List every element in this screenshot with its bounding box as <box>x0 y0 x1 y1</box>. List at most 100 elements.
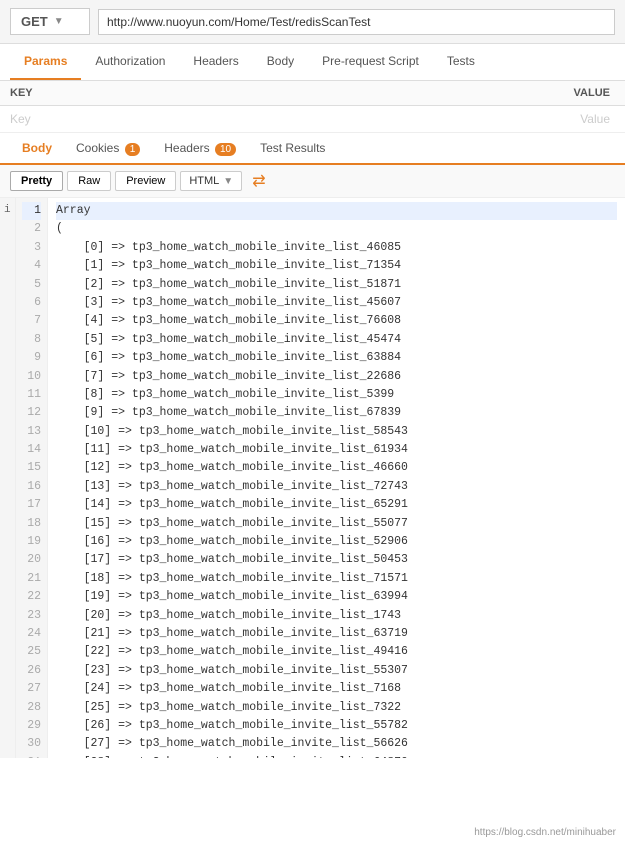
code-line-21: [18] => tp3_home_watch_mobile_invite_lis… <box>56 570 617 588</box>
code-line-22: [19] => tp3_home_watch_mobile_invite_lis… <box>56 588 617 606</box>
code-line-27: [24] => tp3_home_watch_mobile_invite_lis… <box>56 680 617 698</box>
indicator-16 <box>4 466 11 484</box>
ln-10: 10 <box>22 368 41 386</box>
indicator-31 <box>4 730 11 748</box>
wrap-icon[interactable]: ⇄ <box>252 171 265 191</box>
code-line-13: [10] => tp3_home_watch_mobile_invite_lis… <box>56 423 617 441</box>
code-line-5: [2] => tp3_home_watch_mobile_invite_list… <box>56 276 617 294</box>
code-line-8: [5] => tp3_home_watch_mobile_invite_list… <box>56 331 617 349</box>
pretty-button[interactable]: Pretty <box>10 171 63 191</box>
format-select[interactable]: HTML ▼ <box>180 171 242 191</box>
kv-table: KEY VALUE Key Value <box>0 81 625 133</box>
code-area[interactable]: i for(let i=1;i<40;i++){ document.curren… <box>0 198 625 758</box>
ln-26: 26 <box>22 662 41 680</box>
code-line-31: [28] => tp3_home_watch_mobile_invite_lis… <box>56 754 617 758</box>
value-header: VALUE <box>313 81 625 106</box>
url-input[interactable] <box>98 9 615 35</box>
code-line-6: [3] => tp3_home_watch_mobile_invite_list… <box>56 294 617 312</box>
ln-2: 2 <box>22 220 41 238</box>
indicator-3 <box>4 237 11 255</box>
indicator-13 <box>4 413 11 431</box>
indicator-11 <box>4 378 11 396</box>
ln-25: 25 <box>22 643 41 661</box>
ln-6: 6 <box>22 294 41 312</box>
value-placeholder[interactable]: Value <box>313 106 625 133</box>
ln-24: 24 <box>22 625 41 643</box>
ln-9: 9 <box>22 349 41 367</box>
code-line-29: [26] => tp3_home_watch_mobile_invite_lis… <box>56 717 617 735</box>
tab-body-response[interactable]: Body <box>10 133 64 163</box>
indicator-14 <box>4 431 11 449</box>
tab-body[interactable]: Body <box>253 44 308 80</box>
ln-11: 11 <box>22 386 41 404</box>
indicator-32 <box>4 747 11 758</box>
tab-test-results[interactable]: Test Results <box>248 133 337 163</box>
ln-27: 27 <box>22 680 41 698</box>
ln-13: 13 <box>22 423 41 441</box>
watermark: https://blog.csdn.net/minihuaber <box>470 825 620 840</box>
ln-16: 16 <box>22 478 41 496</box>
tab-tests[interactable]: Tests <box>433 44 489 80</box>
tab-headers[interactable]: Headers <box>179 44 252 80</box>
tab-headers-response[interactable]: Headers 10 <box>152 133 248 163</box>
tab-authorization[interactable]: Authorization <box>81 44 179 80</box>
headers-badge: 10 <box>215 143 236 156</box>
raw-button[interactable]: Raw <box>67 171 111 191</box>
code-line-19: [16] => tp3_home_watch_mobile_invite_lis… <box>56 533 617 551</box>
ln-31: 31 <box>22 754 41 758</box>
code-line-25: [22] => tp3_home_watch_mobile_invite_lis… <box>56 643 617 661</box>
tab-cookies[interactable]: Cookies 1 <box>64 133 152 163</box>
top-tabs: Params Authorization Headers Body Pre-re… <box>0 44 625 81</box>
indicator-19 <box>4 519 11 537</box>
indicator-21 <box>4 554 11 572</box>
code-line-1: Array <box>56 202 617 220</box>
code-line-7: [4] => tp3_home_watch_mobile_invite_list… <box>56 312 617 330</box>
indicator-28 <box>4 677 11 695</box>
url-bar: GET ▼ <box>0 0 625 44</box>
ln-19: 19 <box>22 533 41 551</box>
code-line-4: [1] => tp3_home_watch_mobile_invite_list… <box>56 257 617 275</box>
ln-14: 14 <box>22 441 41 459</box>
ln-7: 7 <box>22 312 41 330</box>
code-line-16: [13] => tp3_home_watch_mobile_invite_lis… <box>56 478 617 496</box>
code-line-3: [0] => tp3_home_watch_mobile_invite_list… <box>56 239 617 257</box>
indicator-12 <box>4 396 11 414</box>
ln-12: 12 <box>22 404 41 422</box>
ln-30: 30 <box>22 735 41 753</box>
ln-23: 23 <box>22 607 41 625</box>
method-arrow-icon: ▼ <box>54 16 64 27</box>
method-label: GET <box>21 14 48 29</box>
code-line-11: [8] => tp3_home_watch_mobile_invite_list… <box>56 386 617 404</box>
format-label: HTML <box>189 175 219 187</box>
ln-18: 18 <box>22 515 41 533</box>
tab-pre-request-script[interactable]: Pre-request Script <box>308 44 433 80</box>
preview-button[interactable]: Preview <box>115 171 176 191</box>
indicator-10 <box>4 360 11 378</box>
ln-20: 20 <box>22 551 41 569</box>
code-line-17: [14] => tp3_home_watch_mobile_invite_lis… <box>56 496 617 514</box>
code-line-2: ( <box>56 220 617 238</box>
ln-1: 1 <box>22 202 41 220</box>
format-arrow-icon: ▼ <box>223 176 233 187</box>
indicator-20 <box>4 536 11 554</box>
ln-29: 29 <box>22 717 41 735</box>
cookies-badge: 1 <box>125 143 141 156</box>
code-line-15: [12] => tp3_home_watch_mobile_invite_lis… <box>56 459 617 477</box>
key-placeholder[interactable]: Key <box>0 106 313 133</box>
code-line-28: [25] => tp3_home_watch_mobile_invite_lis… <box>56 699 617 717</box>
code-line-14: [11] => tp3_home_watch_mobile_invite_lis… <box>56 441 617 459</box>
method-select[interactable]: GET ▼ <box>10 8 90 35</box>
indicator-2 <box>4 220 11 238</box>
kv-empty-row: Key Value <box>0 106 625 133</box>
ln-17: 17 <box>22 496 41 514</box>
code-content: Array( [0] => tp3_home_watch_mobile_invi… <box>48 198 625 758</box>
code-line-30: [27] => tp3_home_watch_mobile_invite_lis… <box>56 735 617 753</box>
indicator-5 <box>4 272 11 290</box>
indicator-17 <box>4 484 11 502</box>
indicator-29 <box>4 695 11 713</box>
code-line-23: [20] => tp3_home_watch_mobile_invite_lis… <box>56 607 617 625</box>
tab-params[interactable]: Params <box>10 44 81 80</box>
ln-8: 8 <box>22 331 41 349</box>
code-line-24: [21] => tp3_home_watch_mobile_invite_lis… <box>56 625 617 643</box>
indicator-9 <box>4 343 11 361</box>
